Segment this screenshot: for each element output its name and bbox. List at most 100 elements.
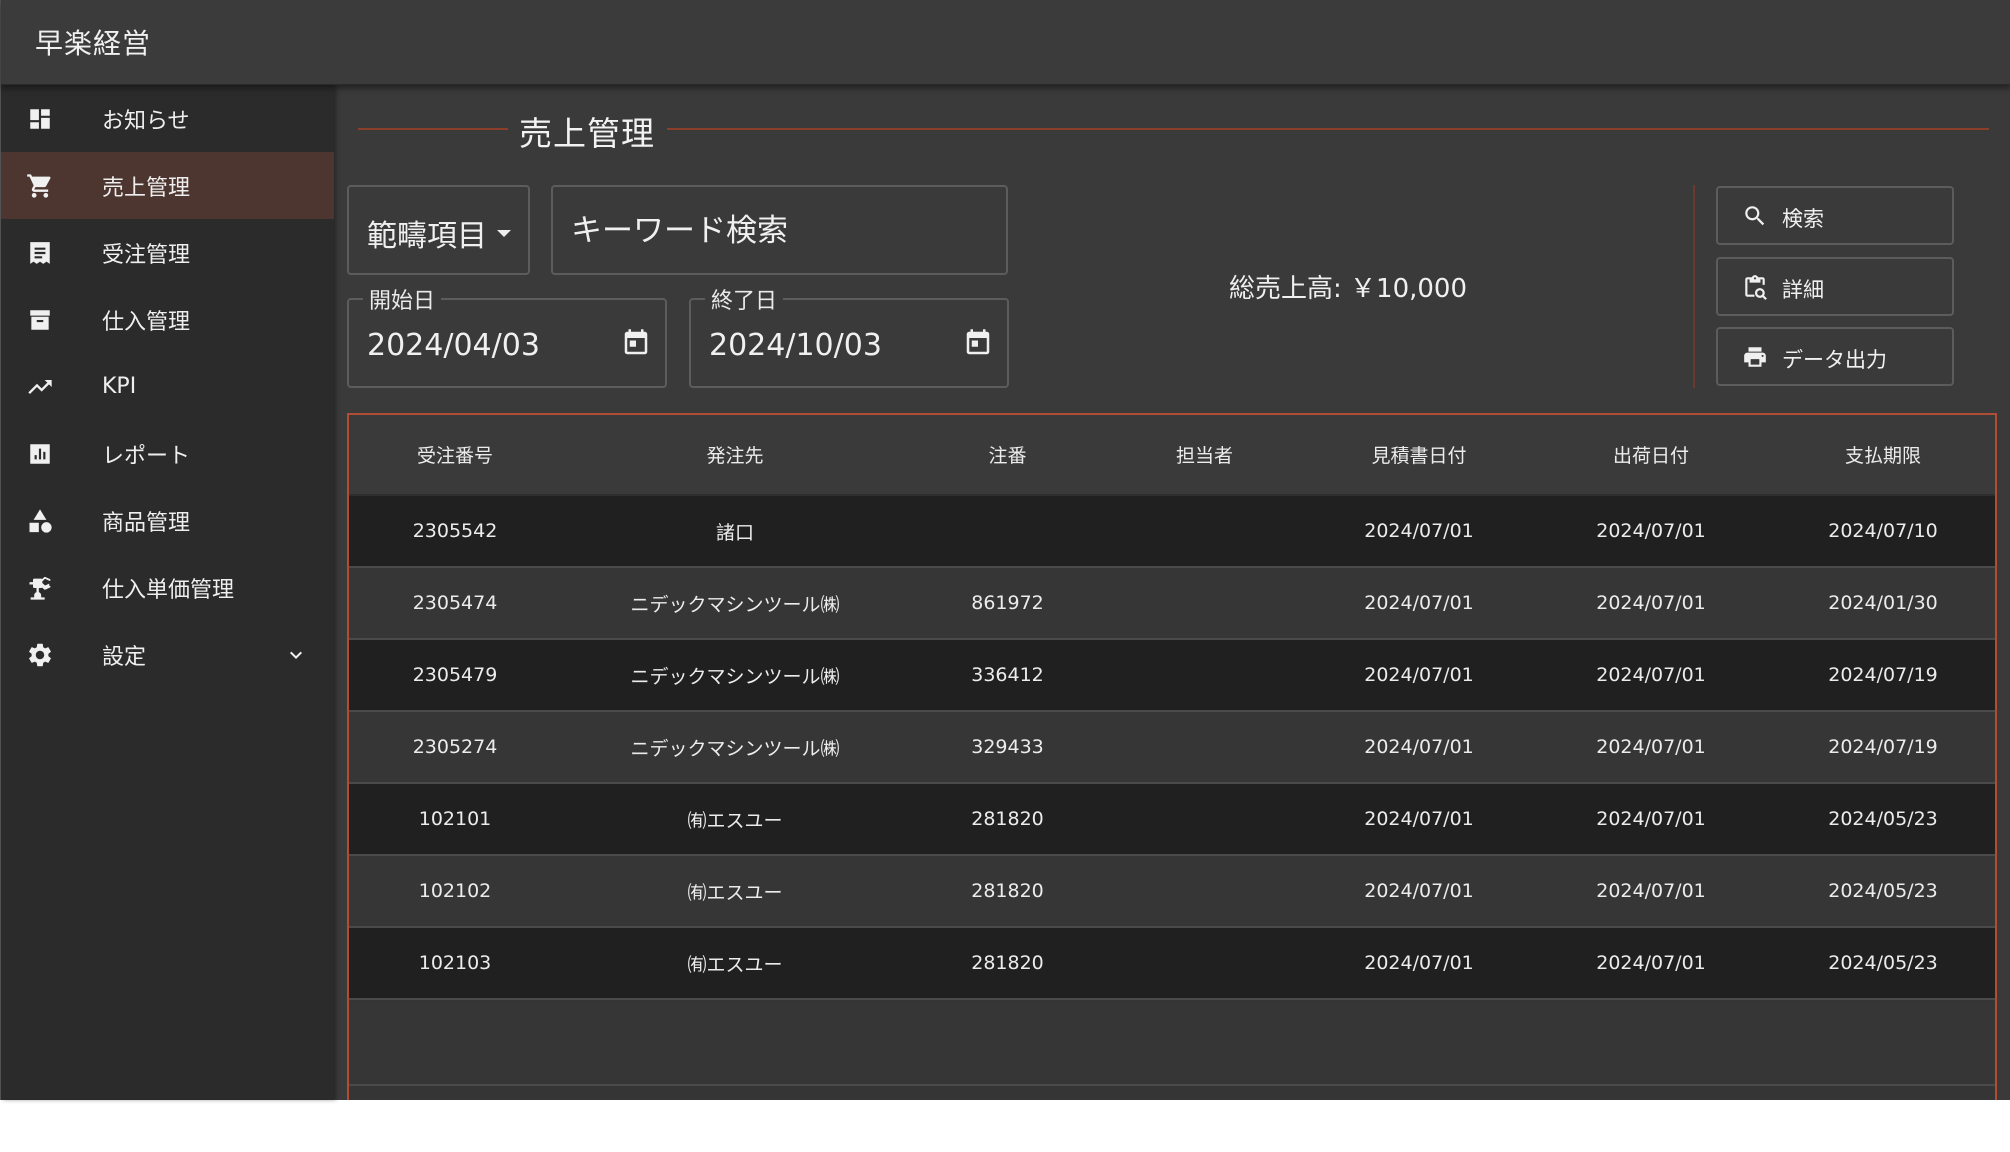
caret-down-icon: [497, 230, 511, 237]
cell-note-no: 329433: [971, 736, 1044, 758]
sidebar-item-sales[interactable]: 売上管理: [1, 152, 334, 219]
table-row[interactable]: 2305274 ニデックマシンツール㈱ 329433 2024/07/01 20…: [349, 712, 1995, 784]
column-header-note-no[interactable]: 注番: [909, 415, 1106, 494]
cell-ship-date: 2024/07/01: [1596, 664, 1706, 686]
cell-order-no: 2305542: [412, 520, 498, 542]
sidebar-item-purchases[interactable]: 仕入管理: [1, 286, 334, 353]
start-date-field[interactable]: 開始日 2024/04/03: [347, 283, 667, 388]
end-date-field[interactable]: 終了日 2024/10/03: [689, 283, 1009, 388]
vertical-divider: [1693, 185, 1695, 388]
cell-ship-date: 2024/07/01: [1596, 736, 1706, 758]
cell-quote-date: 2024/07/01: [1364, 664, 1474, 686]
cell-customer: ㈲エスユー: [687, 881, 783, 904]
cell-quote-date: 2024/07/01: [1364, 880, 1474, 902]
keyword-search-field[interactable]: [551, 185, 1008, 275]
sidebar-item-settings[interactable]: 設定: [1, 621, 334, 688]
cell-ship-date: 2024/07/01: [1596, 880, 1706, 902]
column-header-order-no[interactable]: 受注番号: [349, 415, 561, 494]
category-select[interactable]: 範疇項目: [347, 185, 530, 275]
cell-order-no: 2305479: [412, 664, 498, 686]
sidebar-item-orders[interactable]: 受注管理: [1, 219, 334, 286]
table-row[interactable]: 102102 ㈲エスユー 281820 2024/07/01 2024/07/0…: [349, 856, 1995, 928]
archive-icon: [25, 305, 55, 335]
end-date-value: 2024/10/03: [709, 328, 882, 363]
cell-order-no: 2305474: [412, 592, 498, 614]
sidebar-item-label: 仕入管理: [102, 309, 191, 335]
total-sales: 総売上高: ￥10,000: [1229, 274, 1467, 304]
sidebar-item-unit-price[interactable]: 仕入単価管理: [1, 554, 334, 621]
cell-payment-due: 2024/07/19: [1828, 736, 1938, 758]
cell-quote-date: 2024/07/01: [1364, 736, 1474, 758]
table-header: 受注番号 発注先 注番 担当者 見積書日付 出荷日付 支払期限: [349, 415, 1995, 496]
cell-quote-date: 2024/07/01: [1364, 952, 1474, 974]
cell-person: [1106, 496, 1303, 566]
export-button[interactable]: データ出力: [1716, 327, 1954, 386]
table-row[interactable]: 2305474 ニデックマシンツール㈱ 861972 2024/07/01 20…: [349, 568, 1995, 640]
cell-order-no: 102103: [418, 952, 492, 974]
title-divider-left: [358, 128, 508, 130]
table-row[interactable]: 102101 ㈲エスユー 281820 2024/07/01 2024/07/0…: [349, 784, 1995, 856]
cell-order-no: 102101: [418, 808, 492, 830]
table-row[interactable]: 2305479 ニデックマシンツール㈱ 336412 2024/07/01 20…: [349, 640, 1995, 712]
clipboard-search-icon: [1742, 274, 1768, 300]
main-content: 売上管理 範疇項目 開始日 2024/04/03 終了日 2024/10/03 …: [334, 85, 2010, 1100]
cell-payment-due: 2024/01/30: [1828, 592, 1938, 614]
cell-quote-date: 2024/07/01: [1364, 592, 1474, 614]
cell-person: [1106, 568, 1303, 638]
sidebar-item-kpi[interactable]: KPI: [1, 353, 334, 420]
cell-ship-date: 2024/07/01: [1596, 520, 1706, 542]
end-date-label: 終了日: [705, 283, 784, 315]
sidebar-item-label: 受注管理: [102, 242, 191, 268]
precision-tool-icon: [25, 573, 55, 603]
sales-table: 受注番号 発注先 注番 担当者 見積書日付 出荷日付 支払期限 2305542 …: [347, 413, 1997, 1100]
sidebar-item-report[interactable]: レポート: [1, 420, 334, 487]
sidebar-item-label: レポート: [102, 443, 191, 469]
gear-icon: [25, 640, 55, 670]
sidebar-item-label: 商品管理: [102, 510, 191, 536]
detail-button-label: 詳細: [1782, 278, 1824, 302]
sidebar-item-notices[interactable]: お知らせ: [1, 85, 334, 152]
category-select-label: 範疇項目: [367, 219, 487, 254]
title-divider-right: [667, 128, 1989, 130]
calendar-icon[interactable]: [621, 328, 651, 358]
cell-ship-date: 2024/07/01: [1596, 808, 1706, 830]
column-header-customer[interactable]: 発注先: [561, 415, 909, 494]
calendar-icon[interactable]: [963, 328, 993, 358]
cell-note-no: 281820: [971, 880, 1044, 902]
search-button[interactable]: 検索: [1716, 186, 1954, 245]
start-date-label: 開始日: [363, 283, 442, 315]
cell-order-no: 2305274: [412, 736, 498, 758]
column-header-quote-date[interactable]: 見積書日付: [1303, 415, 1535, 494]
cell-ship-date: 2024/07/01: [1596, 592, 1706, 614]
app-title: 早楽経営: [35, 27, 152, 60]
cell-quote-date: 2024/07/01: [1364, 520, 1474, 542]
dashboard-icon: [25, 104, 55, 134]
cell-payment-due: 2024/05/23: [1828, 880, 1938, 902]
cell-note-no: 281820: [971, 808, 1044, 830]
column-header-ship-date[interactable]: 出荷日付: [1535, 415, 1767, 494]
column-header-person[interactable]: 担当者: [1106, 415, 1303, 494]
cell-payment-due: 2024/05/23: [1828, 808, 1938, 830]
bar-chart-icon: [25, 439, 55, 469]
sidebar-item-label: KPI: [102, 374, 137, 399]
column-header-payment-due[interactable]: 支払期限: [1767, 415, 1995, 494]
table-row-empty: [349, 1004, 1995, 1086]
chevron-down-icon[interactable]: [284, 643, 308, 667]
page-title: 売上管理: [519, 114, 655, 153]
cell-payment-due: 2024/07/19: [1828, 664, 1938, 686]
sidebar-item-products[interactable]: 商品管理: [1, 487, 334, 554]
cell-customer: ニデックマシンツール㈱: [630, 593, 840, 616]
sidebar-item-label: 仕入単価管理: [102, 577, 235, 603]
cell-customer: ニデックマシンツール㈱: [630, 665, 840, 688]
cell-customer: ㈲エスユー: [687, 809, 783, 832]
cell-customer: ニデックマシンツール㈱: [630, 737, 840, 760]
export-button-label: データ出力: [1782, 348, 1887, 372]
app-window: 早楽経営 お知らせ 売上管理 受注管理 仕入管理 KPI レポート 商品管理 仕…: [0, 0, 2010, 1100]
sidebar-item-label: お知らせ: [102, 108, 190, 134]
keyword-search-input[interactable]: [571, 205, 991, 257]
cell-note-no: 336412: [971, 664, 1044, 686]
cell-person: [1106, 928, 1303, 998]
table-row[interactable]: 2305542 諸口 2024/07/01 2024/07/01 2024/07…: [349, 496, 1995, 568]
detail-button[interactable]: 詳細: [1716, 257, 1954, 316]
table-row[interactable]: 102103 ㈲エスユー 281820 2024/07/01 2024/07/0…: [349, 928, 1995, 1000]
